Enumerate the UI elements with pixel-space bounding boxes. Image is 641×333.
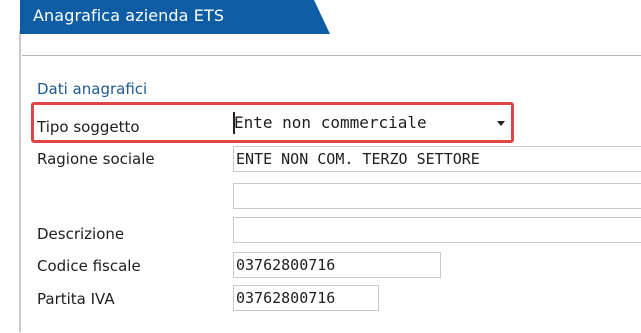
highlight-box	[31, 102, 514, 143]
ragione-sociale-field-line2[interactable]	[233, 183, 641, 209]
window-title-bar: Anagrafica azienda ETS	[0, 0, 641, 34]
codice-fiscale-field[interactable]: 03762800716	[233, 252, 441, 278]
partita-iva-label: Partita IVA	[37, 290, 115, 308]
codice-fiscale-label: Codice fiscale	[37, 257, 141, 275]
section-title: Dati anagrafici	[37, 80, 148, 98]
partita-iva-field[interactable]: 03762800716	[233, 285, 379, 311]
ragione-sociale-label: Ragione sociale	[37, 150, 155, 168]
descrizione-label: Descrizione	[37, 225, 125, 243]
window-title: Anagrafica azienda ETS	[33, 6, 225, 25]
descrizione-field[interactable]	[233, 217, 641, 243]
left-border	[19, 30, 21, 332]
ragione-sociale-field[interactable]: ENTE NON COM. TERZO SETTORE	[233, 146, 641, 172]
